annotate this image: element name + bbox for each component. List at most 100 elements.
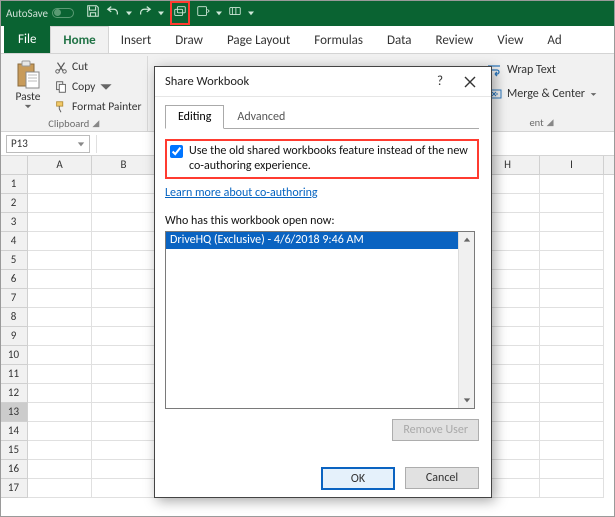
cell[interactable] [92,232,156,251]
cell[interactable] [92,365,156,384]
cut-button[interactable]: Cut [54,58,141,76]
cell[interactable] [92,194,156,213]
row-header[interactable]: 16 [0,460,28,479]
row-header[interactable]: 11 [0,365,28,384]
cell[interactable] [28,460,92,479]
row-header[interactable]: 12 [0,384,28,403]
row-header[interactable]: 2 [0,194,28,213]
row-header[interactable]: 6 [0,270,28,289]
row-header[interactable]: 17 [0,479,28,498]
scroll-up-icon[interactable] [459,232,474,248]
cell[interactable] [540,365,604,384]
tab-insert[interactable]: Insert [109,27,164,53]
qat-item-icon[interactable] [196,4,210,22]
select-all-corner[interactable] [0,156,28,174]
qat-item-dropdown-icon[interactable] [216,10,222,16]
cell[interactable] [28,403,92,422]
cell[interactable] [540,403,604,422]
undo-dropdown-icon[interactable] [126,10,132,16]
cell[interactable] [28,308,92,327]
column-header[interactable]: I [540,156,604,174]
use-old-shared-checkbox[interactable]: Use the old shared workbooks feature ins… [170,144,473,174]
row-header[interactable]: 8 [0,308,28,327]
cell[interactable] [92,384,156,403]
cell[interactable] [540,289,604,308]
tab-addins[interactable]: Ad [535,27,573,53]
column-header[interactable]: B [92,156,156,174]
tab-formulas[interactable]: Formulas [302,27,375,53]
row-header[interactable]: 10 [0,346,28,365]
row-header[interactable]: 4 [0,232,28,251]
redo-dropdown-icon[interactable] [158,10,164,16]
use-old-shared-checkbox-input[interactable] [170,145,183,158]
cell[interactable] [28,384,92,403]
row-header[interactable]: 15 [0,441,28,460]
cell[interactable] [28,194,92,213]
listbox-scrollbar[interactable] [458,232,474,408]
tab-file[interactable]: File [4,26,50,53]
cell[interactable] [92,175,156,194]
cell[interactable] [92,270,156,289]
cell[interactable] [540,213,604,232]
cell[interactable] [92,441,156,460]
row-header[interactable]: 1 [0,175,28,194]
cell[interactable] [92,289,156,308]
scroll-down-icon[interactable] [459,392,474,408]
cell[interactable] [540,479,604,498]
cell[interactable] [28,365,92,384]
learn-more-link[interactable]: Learn more about co-authoring [165,186,318,200]
tab-data[interactable]: Data [375,27,424,53]
tab-review[interactable]: Review [424,27,486,53]
column-header[interactable]: A [28,156,92,174]
ok-button[interactable]: OK [321,467,395,490]
cell[interactable] [540,422,604,441]
row-header[interactable]: 9 [0,327,28,346]
row-header[interactable]: 7 [0,289,28,308]
tab-draw[interactable]: Draw [163,27,215,53]
row-header[interactable]: 5 [0,251,28,270]
cell[interactable] [540,308,604,327]
alignment-launcher-icon[interactable]: ◢ [547,117,554,128]
cell[interactable] [28,175,92,194]
merge-center-button[interactable]: Merge & Center [480,84,603,104]
cell[interactable] [540,232,604,251]
tab-page-layout[interactable]: Page Layout [215,27,302,53]
dialog-tab-editing[interactable]: Editing [165,105,224,129]
share-workbook-icon[interactable] [173,4,187,22]
tab-view[interactable]: View [485,27,535,53]
redo-icon[interactable] [138,4,152,22]
cell[interactable] [28,441,92,460]
dialog-help-button[interactable]: ? [425,70,455,94]
cell[interactable] [540,346,604,365]
cancel-button[interactable]: Cancel [405,467,479,489]
row-header[interactable]: 14 [0,422,28,441]
cell[interactable] [92,251,156,270]
cell[interactable] [28,422,92,441]
cell[interactable] [92,479,156,498]
dialog-tab-advanced[interactable]: Advanced [224,105,298,129]
undo-icon[interactable] [106,4,120,22]
name-box[interactable]: P13 [6,135,90,153]
cell[interactable] [92,460,156,479]
cell[interactable] [92,308,156,327]
list-item[interactable]: DriveHQ (Exclusive) - 4/6/2018 9:46 AM [166,232,474,249]
paste-button[interactable]: Paste [6,56,50,112]
cell[interactable] [28,232,92,251]
cell[interactable] [92,403,156,422]
cell[interactable] [540,270,604,289]
workbook-users-listbox[interactable]: DriveHQ (Exclusive) - 4/6/2018 9:46 AM [165,231,475,409]
customize-qat-icon[interactable] [248,10,254,16]
cell[interactable] [92,327,156,346]
qat-item-2-icon[interactable] [228,4,242,22]
cell[interactable] [540,175,604,194]
cell[interactable] [28,270,92,289]
dialog-close-button[interactable] [455,70,485,94]
save-icon[interactable] [86,4,100,22]
cell[interactable] [28,479,92,498]
cell[interactable] [540,441,604,460]
clipboard-launcher-icon[interactable]: ◢ [92,118,99,129]
format-painter-button[interactable]: Format Painter [54,98,141,116]
cell[interactable] [92,213,156,232]
cell[interactable] [540,384,604,403]
cell[interactable] [540,251,604,270]
